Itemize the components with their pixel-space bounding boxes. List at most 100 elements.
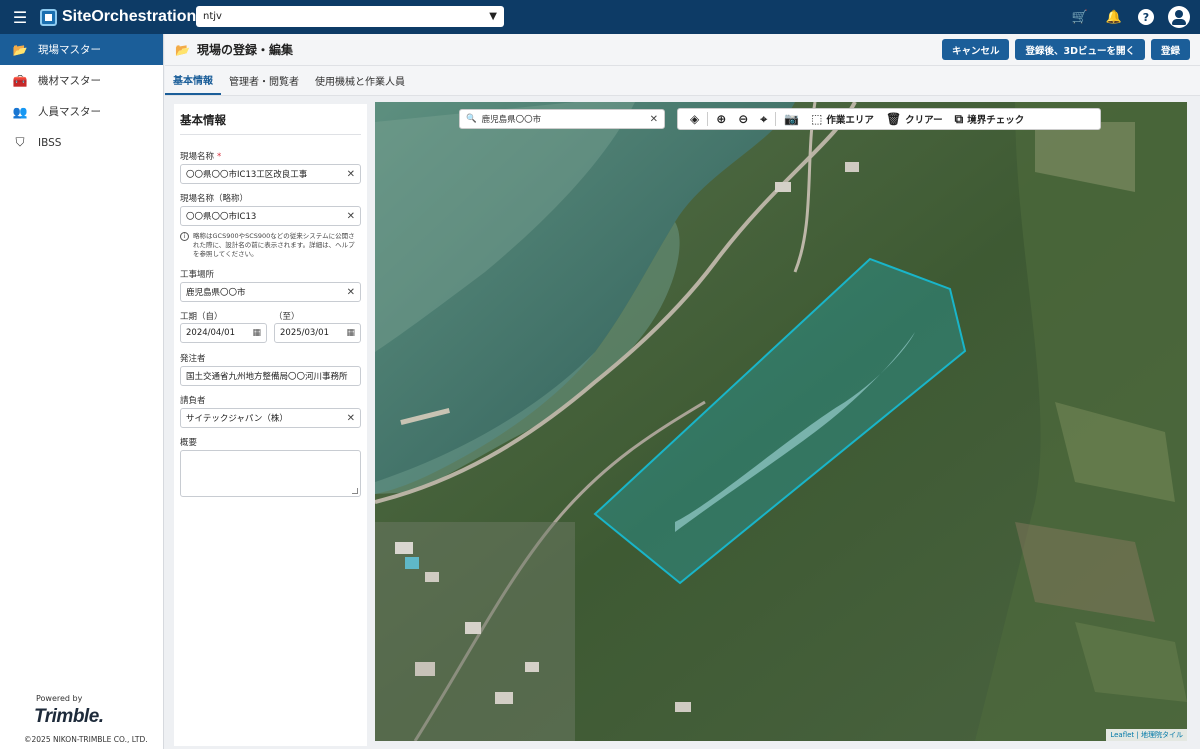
cart-icon[interactable]: 🛒 <box>1070 7 1090 27</box>
register-and-open-3d-button[interactable]: 登録後、3Dビューを開く <box>1015 39 1145 60</box>
clear-icon[interactable]: ✕ <box>347 169 355 180</box>
boundary-check-label: 境界チェック <box>967 115 1025 126</box>
sidebar-item-label: 機材マスター <box>38 75 101 87</box>
folder-open-icon: 📂 <box>175 42 190 57</box>
basic-info-form: 基本情報 現場名称 * 〇〇県〇〇市IC13工区改良工事 ✕ 現場名称（略称） 〇… <box>174 104 367 746</box>
aerial-imagery <box>375 102 1187 741</box>
boundary-check-button[interactable]: ⧉ 境界チェック <box>949 109 1031 129</box>
client-value: 国土交通省九州地方整備局〇〇河川事務所 <box>186 372 348 382</box>
site-name-field[interactable]: 〇〇県〇〇市IC13工区改良工事 ✕ <box>180 164 361 184</box>
sidebar-item-site-master[interactable]: 📂 現場マスター <box>0 34 163 65</box>
work-area-button[interactable]: ⬚ 作業エリア <box>805 109 880 129</box>
trash-icon: 🗑 <box>885 112 902 126</box>
leaflet-link[interactable]: Leaflet <box>1110 731 1134 739</box>
locate-button[interactable]: ⌖ <box>754 109 773 129</box>
short-name-hint: i 略称はGCS900やSCS900などの従来システムに公開された際に、設計名の… <box>180 232 361 259</box>
camera-icon: 📷 <box>784 112 800 126</box>
people-icon: 👥 <box>12 104 28 119</box>
layers-icon: ◈ <box>690 112 700 126</box>
calendar-icon[interactable]: ▦ <box>346 328 355 338</box>
toolbox-icon: 🧰 <box>12 73 28 88</box>
menu-icon[interactable]: ☰ <box>0 0 40 34</box>
period-to-field[interactable]: 2025/03/01 ▦ <box>274 323 361 343</box>
page-header: 📂 現場の登録・編集 キャンセル 登録後、3Dビューを開く 登録 <box>165 34 1200 66</box>
bell-icon[interactable]: 🔔 <box>1104 7 1124 27</box>
copyright-text: ©2025 NIKON-TRIMBLE CO., LTD. <box>24 735 148 744</box>
sidebar: 📂 現場マスター 🧰 機材マスター 👥 人員マスター ⛉ IBSS Powere… <box>0 34 164 749</box>
layers-button[interactable]: ◈ <box>684 109 705 129</box>
form-title: 基本情報 <box>180 113 226 127</box>
tab-basic-info[interactable]: 基本情報 <box>165 65 221 95</box>
top-bar: ☰ SiteOrchestration ntjv ▼ 🛒 🔔 ? <box>0 0 1200 34</box>
sidebar-item-personnel-master[interactable]: 👥 人員マスター <box>0 96 163 127</box>
gsi-tile-link[interactable]: 地理院タイル <box>1141 731 1183 739</box>
sidebar-item-label: 人員マスター <box>38 106 101 118</box>
site-name-label: 現場名称 * <box>180 152 222 162</box>
toolbar-divider <box>775 112 777 126</box>
page-title: 📂 現場の登録・編集 <box>175 41 293 58</box>
clear-icon[interactable]: ✕ <box>347 211 355 222</box>
short-name-hint-text: 略称はGCS900やSCS900などの従来システムに公開された際に、設計名の前に… <box>193 232 355 258</box>
sidebar-item-equipment-master[interactable]: 🧰 機材マスター <box>0 65 163 96</box>
register-button[interactable]: 登録 <box>1150 39 1190 60</box>
form-divider <box>180 134 361 135</box>
zoom-out-icon: ⊖ <box>738 112 749 126</box>
zoom-out-button[interactable]: ⊖ <box>732 109 754 129</box>
map-attribution: Leaflet | 地理院タイル <box>1106 729 1187 741</box>
polygon-draw-icon: ⬚ <box>811 112 823 126</box>
app-name: SiteOrchestration <box>62 8 197 25</box>
page-title-text: 現場の登録・編集 <box>196 43 293 57</box>
folder-icon: 📂 <box>12 42 28 57</box>
clear-icon[interactable]: ✕ <box>650 114 658 125</box>
short-name-field[interactable]: 〇〇県〇〇市IC13 ✕ <box>180 206 361 226</box>
trimble-logo: Trimble. <box>34 706 104 727</box>
map-search-value: 鹿児島県〇〇市 <box>481 115 542 125</box>
location-field[interactable]: 鹿児島県〇〇市 ✕ <box>180 282 361 302</box>
user-avatar-icon[interactable] <box>1168 6 1190 28</box>
location-value: 鹿児島県〇〇市 <box>186 288 246 298</box>
period-from-field[interactable]: 2024/04/01 ▦ <box>180 323 267 343</box>
sidebar-item-label: 現場マスター <box>38 44 101 56</box>
period-to-label: （至） <box>274 312 300 322</box>
period-from-label: 工期（自） <box>180 312 223 322</box>
logo-cube-icon <box>40 8 57 26</box>
cancel-button[interactable]: キャンセル <box>941 39 1010 60</box>
boundary-check-icon: ⧉ <box>954 111 964 126</box>
site-name-value: 〇〇県〇〇市IC13工区改良工事 <box>186 170 308 180</box>
map-search-input[interactable]: 🔍 鹿児島県〇〇市 ✕ <box>459 109 665 129</box>
contractor-label: 請負者 <box>180 396 206 406</box>
summary-label: 概要 <box>180 438 198 448</box>
help-icon[interactable]: ? <box>1138 9 1154 25</box>
contractor-field[interactable]: サイテックジャパン（株） ✕ <box>180 408 361 428</box>
tab-managers-viewers[interactable]: 管理者・閲覧者 <box>221 65 307 95</box>
calendar-icon[interactable]: ▦ <box>252 328 261 338</box>
client-label: 発注者 <box>180 354 206 364</box>
clear-map-button[interactable]: 🗑 クリアー <box>880 109 949 129</box>
contractor-value: サイテックジャパン（株） <box>186 414 288 424</box>
project-select-value: ntjv <box>203 11 222 22</box>
short-name-value: 〇〇県〇〇市IC13 <box>186 212 257 222</box>
zoom-in-icon: ⊕ <box>716 112 727 126</box>
map-view[interactable]: 🔍 鹿児島県〇〇市 ✕ ◈ ⊕ ⊖ ⌖ 📷 ⬚ 作業エリア 🗑 クリアー ⧉ 境… <box>375 102 1187 741</box>
period-from-value: 2024/04/01 <box>186 328 235 338</box>
tab-machines-workers[interactable]: 使用機械と作業人員 <box>307 65 413 95</box>
screenshot-button[interactable]: 📷 <box>778 109 805 129</box>
sidebar-item-label: IBSS <box>38 136 62 149</box>
clear-icon[interactable]: ✕ <box>347 287 355 298</box>
clear-icon[interactable]: ✕ <box>347 413 355 424</box>
tab-bar: 基本情報 管理者・閲覧者 使用機械と作業人員 <box>165 66 1200 96</box>
powered-by-text: Powered by <box>36 694 83 703</box>
clear-map-label: クリアー <box>905 115 943 126</box>
search-icon: 🔍 <box>466 114 477 124</box>
short-name-label: 現場名称（略称） <box>180 194 249 204</box>
map-toolbar: ◈ ⊕ ⊖ ⌖ 📷 ⬚ 作業エリア 🗑 クリアー ⧉ 境界チェック <box>677 108 1101 130</box>
project-select[interactable]: ntjv ▼ <box>196 6 504 27</box>
app-logo[interactable]: SiteOrchestration <box>40 8 196 26</box>
work-area-label: 作業エリア <box>826 115 874 126</box>
summary-textarea[interactable] <box>180 450 361 497</box>
client-field[interactable]: 国土交通省九州地方整備局〇〇河川事務所 <box>180 366 361 386</box>
sidebar-item-ibss[interactable]: ⛉ IBSS <box>0 127 163 158</box>
crosshair-icon: ⌖ <box>760 111 768 126</box>
period-to-value: 2025/03/01 <box>280 328 329 338</box>
zoom-in-button[interactable]: ⊕ <box>710 109 732 129</box>
